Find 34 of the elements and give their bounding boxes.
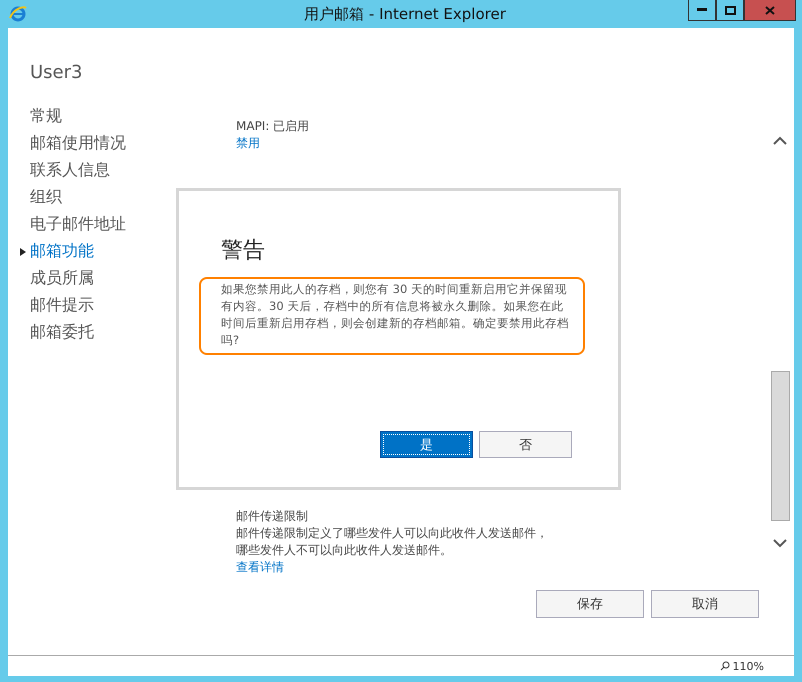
nav-item[interactable]: 常规 <box>30 106 62 127</box>
window-title: 用户邮箱 - Internet Explorer <box>303 4 507 24</box>
selected-arrow-icon <box>20 248 26 256</box>
nav-item[interactable]: 邮箱委托 <box>30 322 94 343</box>
section-description: 邮件传递限制定义了哪些发件人可以向此收件人发送邮件，哪些发件人不可以向此收件人发送邮件。 <box>236 525 549 559</box>
nav-item[interactable]: 联系人信息 <box>30 160 110 181</box>
cancel-button[interactable]: 取消 <box>651 590 759 618</box>
scroll-up-icon[interactable] <box>773 136 787 145</box>
nav-item[interactable]: 组织 <box>30 187 62 208</box>
close-button[interactable] <box>744 0 796 21</box>
minimize-icon <box>697 8 707 12</box>
maximize-icon <box>724 6 736 14</box>
nav-item[interactable]: 成员所属 <box>30 268 94 289</box>
no-button[interactable]: 否 <box>479 431 572 458</box>
nav-item[interactable]: 邮箱使用情况 <box>30 133 126 154</box>
browser-logo-icon <box>8 4 28 24</box>
dialog-title: 警告 <box>221 237 266 265</box>
user-name: User3 <box>30 62 84 83</box>
dialog-message: 如果您禁用此人的存档，则您有 30 天的时间重新启用它并保留现有内容。30 天后，存档中的所有信息将被永久删除。如果您在此时间后重新启用存档，则会创建新的存档邮箱。确定要禁用此存档吗? <box>199 277 585 355</box>
close-icon <box>765 6 775 14</box>
yes-button[interactable]: 是 <box>380 431 473 458</box>
nav-item[interactable]: 邮箱功能 <box>30 241 94 262</box>
zoom-icon <box>720 661 730 671</box>
scrollbar-thumb[interactable] <box>770 371 790 521</box>
save-button[interactable]: 保存 <box>536 590 644 618</box>
details-link[interactable]: 查看详情 <box>236 559 284 576</box>
nav-item[interactable]: 邮件提示 <box>30 295 94 316</box>
section-title: 邮件传递限制 <box>236 508 309 525</box>
disable-link[interactable]: 禁用 <box>236 135 260 152</box>
scroll-down-icon[interactable] <box>773 539 787 548</box>
minimize-button[interactable] <box>688 0 716 21</box>
zoom-level[interactable]: 110% <box>732 660 764 672</box>
feature-status: MAPI: 已启用 <box>236 118 310 135</box>
nav-item[interactable]: 电子邮件地址 <box>30 214 126 235</box>
